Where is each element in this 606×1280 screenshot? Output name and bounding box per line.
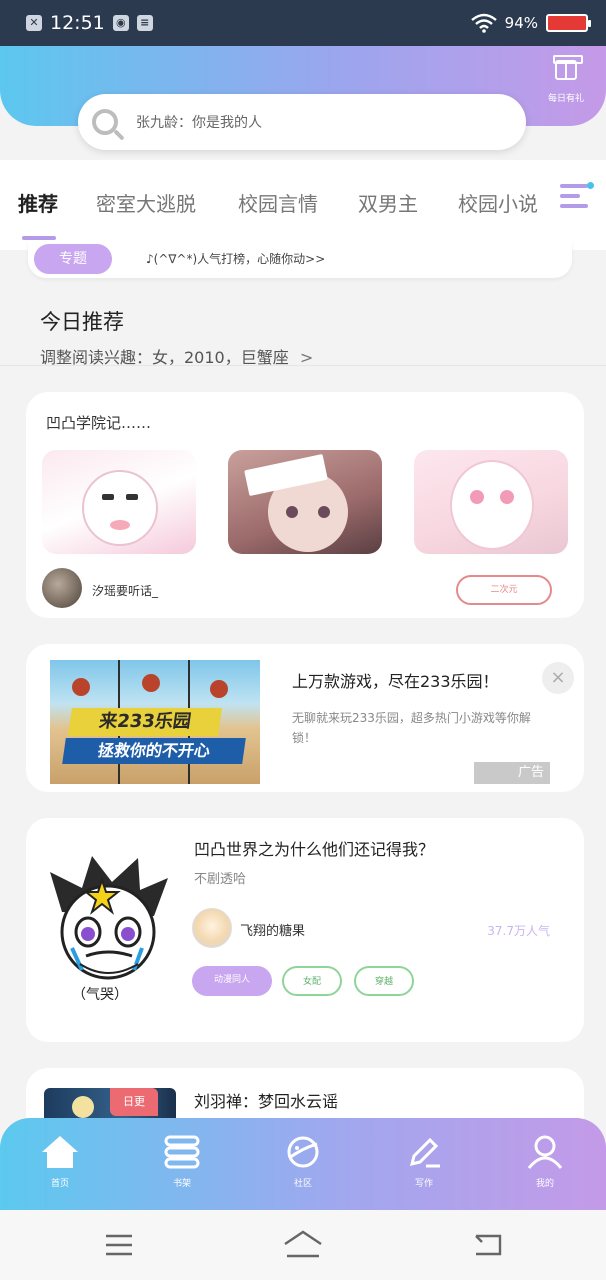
gift-icon (553, 55, 583, 80)
nav-label: 首页 (50, 1179, 69, 1189)
ad-image-text: 来233乐园 (68, 708, 222, 736)
daily-gift-button[interactable]: 每日有礼 (538, 55, 594, 105)
search-placeholder: 张九龄：你是我的人 (136, 115, 262, 131)
qq-icon: ◉ (112, 15, 129, 31)
nav-label: 书架 (172, 1179, 191, 1189)
nav-bookshelf[interactable]: 书架 (142, 1134, 222, 1189)
story-subtitle: 不剧透哈 (194, 872, 247, 887)
nav-profile[interactable]: 我的 (505, 1134, 585, 1189)
tab-double-male[interactable]: 双男主 (358, 188, 418, 217)
notification-icon: ✕ (26, 15, 42, 31)
close-icon[interactable]: × (542, 662, 574, 694)
popularity-count: 37.7万人气 (487, 924, 550, 938)
story-title: 凹凸学院记…… (46, 414, 152, 432)
bottom-navigation: 首页 书架 社区 写作 我的 (0, 1118, 606, 1210)
genre-tag[interactable]: 穿越 (354, 966, 414, 996)
nav-label: 写作 (414, 1179, 433, 1189)
nav-label: 我的 (535, 1179, 554, 1189)
topic-strip[interactable]: 专题 ♪(^∇^*)人气打榜，心随你动>> (28, 240, 572, 278)
avatar[interactable] (42, 568, 82, 608)
chevron-right-icon: > (299, 348, 314, 367)
search-bar[interactable]: 张九龄：你是我的人 (78, 94, 526, 150)
story-image (414, 450, 568, 554)
genre-tag[interactable]: 二次元 (456, 575, 552, 605)
tab-campus-novel[interactable]: 校园小说 (458, 188, 538, 217)
author-name[interactable]: 飞翔的糖果 (240, 920, 305, 939)
tab-recommend[interactable]: 推荐 (18, 188, 58, 217)
genre-tag[interactable]: 女配 (282, 966, 342, 996)
adjust-interest-text: 调整阅读兴趣：女，2010，巨蟹座 (40, 348, 289, 367)
genre-tag[interactable]: 动漫同人 (192, 966, 272, 996)
home-icon (42, 1136, 78, 1168)
nav-home[interactable]: 首页 (20, 1134, 100, 1189)
category-menu-icon[interactable] (560, 182, 594, 212)
nav-write[interactable]: 写作 (384, 1134, 464, 1189)
topic-pill[interactable]: 专题 (34, 244, 112, 274)
battery-icon (546, 14, 591, 32)
tab-campus-romance[interactable]: 校园言情 (238, 188, 318, 217)
ad-title[interactable]: 上万款游戏，尽在233乐园！ (292, 668, 499, 692)
wifi-icon (470, 13, 497, 33)
search-icon (92, 109, 118, 135)
planet-icon (287, 1136, 319, 1168)
art-caption: （气哭） (72, 987, 128, 1003)
nav-community[interactable]: 社区 (263, 1134, 343, 1189)
bookshelf-icon (164, 1135, 200, 1169)
update-badge: 日更 (110, 1088, 158, 1116)
ad-image-text: 拯救你的不开心 (62, 738, 246, 764)
story-title: 凹凸世界之为什么他们还记得我？ (194, 840, 435, 859)
ad-image[interactable]: 来233乐园 拯救你的不开心 (50, 660, 260, 784)
tab-escape-room[interactable]: 密室大逃脱 (96, 188, 196, 217)
ad-badge: 广告 (474, 762, 550, 784)
story-image (228, 450, 382, 554)
nav-label: 社区 (293, 1179, 312, 1189)
system-navigation-bar (0, 1210, 606, 1280)
ad-card[interactable]: 来233乐园 拯救你的不开心 上万款游戏，尽在233乐园！ 无聊就来玩233乐园… (26, 644, 584, 792)
story-title: 刘羽禅：梦回水云谣 (194, 1092, 339, 1111)
app-icon: ≡ (136, 15, 153, 31)
today-recommend-section: 今日推荐 调整阅读兴趣：女，2010，巨蟹座 > (0, 290, 606, 368)
category-tabs: 推荐 密室大逃脱 校园言情 双男主 校园小说 (0, 160, 606, 250)
menu-icon[interactable] (104, 1230, 134, 1260)
story-card[interactable]: 凹凸学院记…… 汐瑶要听话_ 二次元 (26, 392, 584, 618)
author-name[interactable]: 汐瑶要听话_ (92, 582, 158, 599)
adjust-interest-link[interactable]: 调整阅读兴趣：女，2010，巨蟹座 > (40, 344, 313, 368)
status-bar: ✕ 12:51 ◉ ≡ 94% (0, 0, 606, 46)
story-image (42, 450, 196, 554)
avatar[interactable] (192, 908, 232, 948)
topic-text[interactable]: ♪(^∇^*)人气打榜，心随你动>> (146, 250, 325, 267)
section-title: 今日推荐 (40, 310, 124, 334)
pen-icon (409, 1137, 440, 1168)
home-button-icon[interactable] (283, 1230, 323, 1260)
user-icon (527, 1135, 563, 1169)
story-cover-image: （气哭） (42, 852, 174, 1008)
status-time: 12:51 (50, 12, 105, 34)
daily-gift-label: 每日有礼 (547, 94, 584, 104)
ad-description: 无聊就来玩233乐园，超多热门小游戏等你解锁！ (292, 711, 531, 745)
battery-percent: 94% (504, 14, 538, 32)
story-card[interactable]: （气哭） 凹凸世界之为什么他们还记得我？ 不剧透哈 飞翔的糖果 37.7万人气 … (26, 818, 584, 1042)
back-icon[interactable] (472, 1230, 504, 1260)
